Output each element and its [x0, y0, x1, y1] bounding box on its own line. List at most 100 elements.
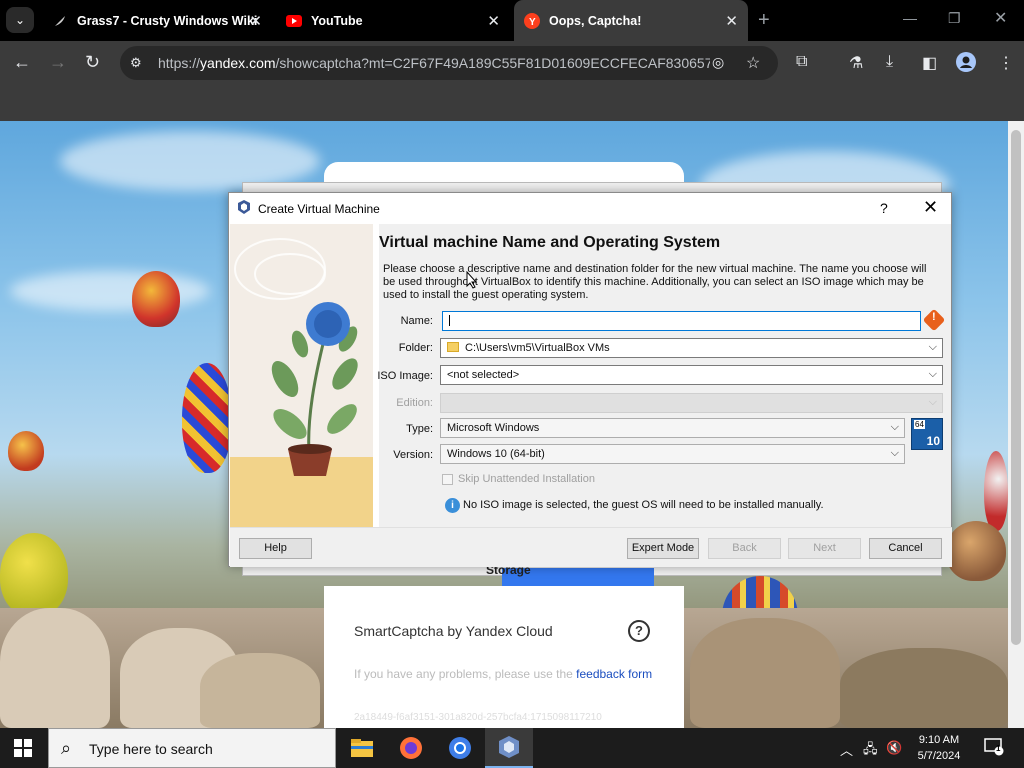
forward-arrow-icon[interactable]: → — [49, 52, 67, 73]
type-label: Type: — [406, 423, 433, 435]
hot-air-balloon — [132, 271, 180, 327]
edition-label: Edition: — [396, 397, 433, 409]
network-icon[interactable]: 🖧 — [863, 740, 878, 762]
star-icon[interactable]: ☆ — [746, 53, 760, 73]
chrome-icon[interactable] — [436, 728, 484, 768]
labs-flask-icon[interactable]: ⚗ — [849, 53, 863, 73]
close-icon[interactable]: ✕ — [923, 197, 938, 218]
virtualbox-icon — [238, 200, 250, 214]
side-panel-icon[interactable]: ◧ — [922, 53, 937, 73]
youtube-icon — [286, 13, 302, 29]
hot-air-balloon — [946, 521, 1006, 581]
search-placeholder: Type here to search — [89, 741, 213, 757]
captcha-request-id: 2a18449-f6af3151-301a820d-257bcfa4:17150… — [354, 712, 602, 723]
captcha-card: SmartCaptcha by Yandex Cloud ? If you ha… — [324, 586, 684, 728]
cloud — [10, 271, 210, 311]
tab-title: Grass7 - Crusty Windows Wiki — [77, 13, 258, 28]
virtualbox-taskbar-icon[interactable] — [485, 728, 533, 768]
type-select[interactable]: Microsoft Windows ⌵ — [440, 418, 905, 438]
clock-date: 5/7/2024 — [917, 750, 961, 762]
chevron-down-icon: ⌵ — [890, 421, 899, 433]
profile-avatar-icon[interactable] — [956, 52, 976, 77]
edition-select: ⌵ — [440, 393, 943, 413]
tab-bar: ⌄ Grass7 - Crusty Windows Wiki ✕ YouTube… — [0, 0, 1024, 41]
expert-mode-button[interactable]: Expert Mode — [627, 538, 699, 559]
skip-unattended-label: Skip Unattended Installation — [458, 473, 595, 485]
help-icon[interactable]: ? — [880, 200, 888, 216]
iso-image-label: ISO Image: — [377, 370, 433, 382]
version-select[interactable]: Windows 10 (64-bit) ⌵ — [440, 444, 905, 464]
bookmark-bar — [0, 85, 1024, 121]
close-icon[interactable]: ✕ — [249, 12, 262, 30]
wizard-illustration — [230, 224, 373, 527]
chevron-down-icon: ⌄ — [14, 13, 26, 27]
chevron-down-icon: ⌵ — [928, 368, 937, 380]
tab-youtube[interactable]: YouTube ✕ — [276, 0, 510, 41]
iso-image-select[interactable]: <not selected> ⌵ — [440, 365, 943, 385]
page-heading: Virtual machine Name and Operating Syste… — [379, 234, 721, 251]
dialog-titlebar: Create Virtual Machine ? ✕ — [229, 193, 951, 223]
captcha-problem-text: If you have any problems, please use the… — [354, 667, 653, 681]
firefox-icon[interactable] — [387, 728, 435, 768]
new-tab-button[interactable]: + — [758, 9, 770, 32]
folder-icon — [447, 342, 459, 352]
create-vm-dialog: Create Virtual Machine ? ✕ Virtual machi… — [228, 192, 952, 567]
minimize-icon[interactable]: — — [903, 10, 917, 26]
taskbar: ⌕ Type here to search ︿ 🖧 🔇 9:10 AM 5/7/… — [0, 728, 1024, 768]
help-button[interactable]: Help — [239, 538, 312, 559]
close-icon[interactable]: ✕ — [725, 12, 738, 30]
info-icon: i — [445, 498, 460, 513]
extensions-icon[interactable]: ⧉ — [796, 53, 807, 71]
reload-icon[interactable]: ↻ — [85, 52, 100, 73]
restore-icon[interactable]: ❐ — [948, 10, 961, 27]
menu-kebab-icon[interactable]: ⋮ — [998, 53, 1014, 73]
site-settings-icon[interactable]: ⚙ — [130, 55, 142, 71]
name-label: Name: — [400, 315, 433, 327]
windows-os-icon: 64 10 — [911, 418, 943, 450]
folder-label: Folder: — [398, 342, 433, 354]
search-icon: ⌕ — [61, 738, 72, 758]
file-explorer-icon[interactable] — [338, 728, 386, 768]
back-button[interactable]: Back — [708, 538, 781, 559]
chevron-down-icon: ⌵ — [928, 341, 937, 353]
eye-off-icon[interactable]: ◎ — [712, 54, 724, 71]
feedback-link[interactable]: feedback form — [576, 667, 652, 681]
volume-muted-icon[interactable]: 🔇 — [886, 740, 902, 756]
dialog-title: Create Virtual Machine — [258, 202, 380, 216]
tab-title: YouTube — [311, 13, 363, 28]
close-icon[interactable]: ✕ — [487, 12, 500, 30]
windows-start-icon[interactable] — [14, 739, 32, 757]
skip-unattended-checkbox[interactable] — [442, 474, 453, 485]
notification-count: 1 — [996, 744, 1001, 753]
clock-time: 9:10 AM — [918, 734, 960, 746]
chevron-up-icon[interactable]: ︿ — [840, 740, 853, 759]
address-bar[interactable]: ⚙ https://yandex.com/showcaptcha?mt=C2F6… — [120, 46, 778, 80]
version-label: Version: — [393, 449, 433, 461]
hot-air-balloon — [182, 363, 232, 473]
cancel-button[interactable]: Cancel — [869, 538, 942, 559]
svg-text:Y: Y — [529, 17, 536, 28]
browser-toolbar: ← → ↻ ⚙ https://yandex.com/showcaptcha?m… — [0, 41, 1024, 85]
chevron-down-icon: ⌵ — [928, 396, 937, 408]
url-text[interactable]: https://yandex.com/showcaptcha?mt=C2F67F… — [158, 55, 710, 71]
hot-air-balloon — [984, 451, 1008, 531]
notification-icon[interactable]: 1 — [984, 738, 1004, 759]
info-message: No ISO image is selected, the guest OS w… — [463, 499, 824, 511]
taskbar-search[interactable]: ⌕ Type here to search — [48, 728, 336, 768]
tab-grass7[interactable]: Grass7 - Crusty Windows Wiki ✕ — [42, 0, 272, 41]
tab-search-button[interactable]: ⌄ — [6, 7, 34, 33]
window-close-icon[interactable]: ✕ — [994, 8, 1007, 28]
back-arrow-icon[interactable]: ← — [13, 52, 31, 73]
hot-air-balloon — [8, 431, 44, 471]
folder-select[interactable]: C:\Users\vm5\VirtualBox VMs ⌵ — [440, 338, 943, 358]
yandex-icon: Y — [524, 12, 540, 29]
tab-oops-captcha[interactable]: Y Oops, Captcha! ✕ — [514, 0, 748, 41]
scrollbar-thumb[interactable] — [1011, 130, 1021, 645]
help-icon[interactable]: ? — [628, 620, 650, 642]
next-button[interactable]: Next — [788, 538, 861, 559]
name-input[interactable] — [442, 311, 921, 331]
download-icon[interactable]: ⤓ — [886, 53, 893, 71]
hot-air-balloon — [0, 533, 68, 617]
captcha-brand: SmartCaptcha by Yandex Cloud — [354, 623, 553, 639]
clock[interactable]: 9:10 AM 5/7/2024 — [908, 732, 970, 764]
